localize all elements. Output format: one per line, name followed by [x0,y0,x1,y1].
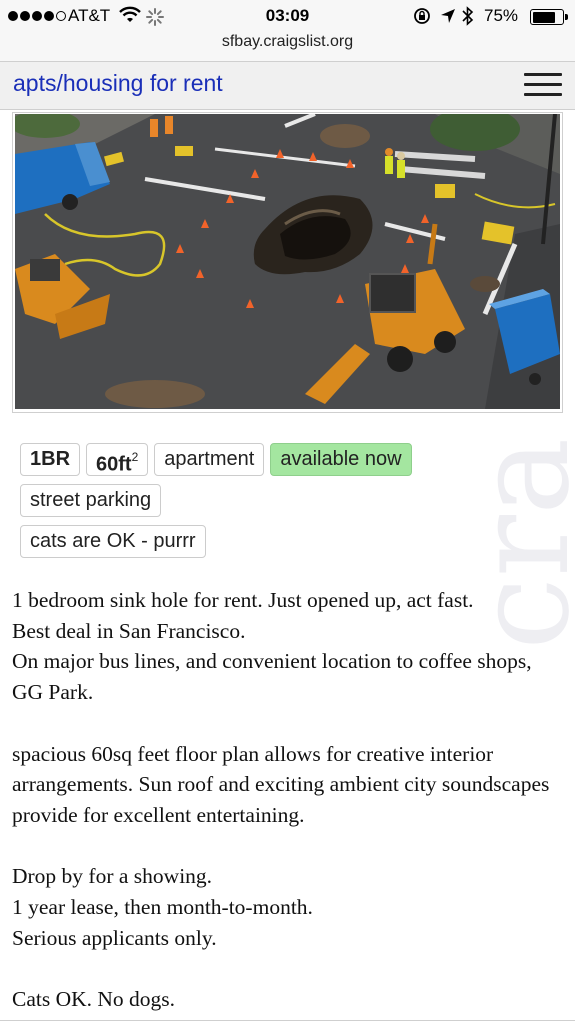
posting-line: Serious applicants only. [12,925,217,950]
battery-percent: 75% [484,6,519,25]
attribute-tags: 1BR 60ft2 apartment available now street… [20,443,560,566]
listing-photo-frame[interactable] [12,112,563,413]
hamburger-menu-icon[interactable] [524,73,564,99]
tag-parking: street parking [20,484,162,517]
tag-area: 60ft2 [86,443,149,476]
posting-line: Drop by for a showing. [12,864,213,889]
battery-icon [530,9,568,25]
posting-line: 1 year lease, then month-to-month. [12,895,313,919]
listing-photo[interactable] [15,114,560,409]
location-arrow-icon [441,9,455,23]
posting-line: 1 bedroom sink hole for rent. Just opene… [12,588,474,612]
ios-status-bar: AT&T 03:09 75% sfbay.craigslist.org [0,0,575,62]
posting-body: 1 bedroom sink hole for rent. Just opene… [12,585,568,1015]
category-header: apts/housing for rent [0,62,575,110]
bluetooth-icon [462,6,474,26]
tag-bedrooms: 1BR [20,443,81,476]
category-link[interactable]: apts/housing for rent [13,70,223,97]
posting-line: Cats OK. No dogs. [12,987,176,1012]
tag-availability: available now [270,443,412,476]
tag-housing-type: apartment [154,443,265,476]
posting-line: On major bus lines, and convenient locat… [12,649,532,705]
rotation-lock-icon [414,8,430,24]
posting-line: spacious 60sq feet floor plan allows for… [12,741,550,827]
address-bar-url[interactable]: sfbay.craigslist.org [0,33,575,51]
posting-line: Best deal in San Francisco. [12,618,246,643]
bottom-divider [0,1020,575,1021]
tag-pets: cats are OK - purrr [20,525,206,558]
status-row: AT&T 03:09 75% [0,4,575,30]
